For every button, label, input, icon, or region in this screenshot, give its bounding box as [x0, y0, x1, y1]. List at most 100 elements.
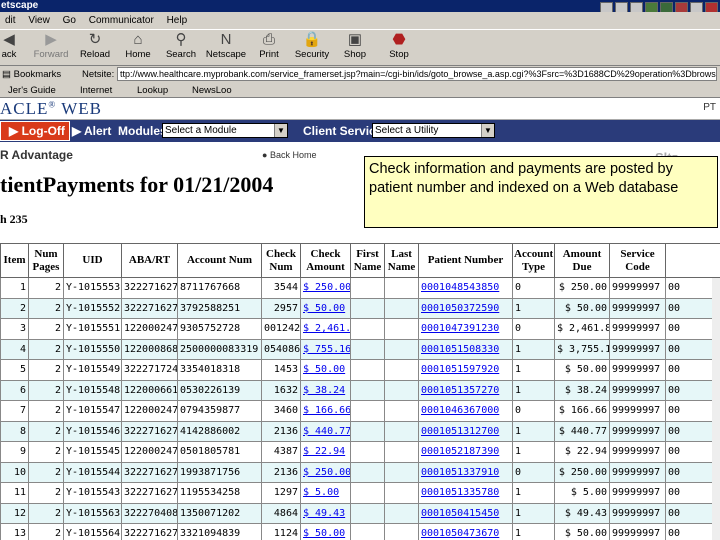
patient-number-link[interactable]: 0001046367000 — [421, 405, 499, 416]
menu-edit[interactable]: dit — [0, 15, 21, 26]
table-cell: $ 3,755.16 — [554, 338, 610, 360]
menu-view[interactable]: View — [23, 15, 55, 26]
check-amount-link[interactable]: $ 50.00 — [303, 528, 345, 539]
table-cell[interactable]: $ 50.00 — [300, 523, 351, 540]
table-cell[interactable]: 0001051597920 — [418, 359, 513, 381]
forward-button[interactable]: ▶ Forward — [28, 31, 74, 65]
url-input[interactable]: ttp://www.healthcare.myprobank.com/servi… — [117, 67, 717, 81]
menu-communicator[interactable]: Communicator — [84, 15, 159, 26]
patient-number-link[interactable]: 0001051337910 — [421, 467, 499, 478]
bookmarks-button[interactable]: Bookmarks — [14, 69, 62, 80]
table-cell[interactable]: $ 440.77 — [300, 420, 351, 442]
link-newsloo[interactable]: NewsLoo — [192, 83, 232, 97]
patient-number-link[interactable]: 0001050415450 — [421, 508, 499, 519]
table-cell[interactable]: 0001051337910 — [418, 461, 513, 483]
logoff-button[interactable]: ▶ Log-Off — [0, 121, 70, 141]
table-cell[interactable]: $ 38.24 — [300, 379, 351, 401]
check-amount-link[interactable]: $ 166.66 — [303, 405, 350, 416]
table-cell[interactable]: $ 755.16 — [300, 338, 351, 360]
table-cell[interactable]: 0001048543850 — [418, 277, 513, 299]
patient-number-link[interactable]: 0001050372590 — [421, 303, 499, 314]
table-cell[interactable]: 0001046367000 — [418, 400, 513, 422]
check-amount-link[interactable]: $ 755.16 — [303, 344, 350, 355]
check-amount-link[interactable]: $ 49.43 — [303, 508, 345, 519]
table-cell[interactable]: $ 50.00 — [300, 359, 351, 381]
table-cell[interactable]: $ 166.66 — [300, 400, 351, 422]
table-cell: $ 49.43 — [554, 502, 610, 524]
reload-button[interactable]: ↻ Reload — [72, 31, 118, 65]
patient-number-link[interactable]: 0001051597920 — [421, 364, 499, 375]
table-cell: 322271627 — [121, 461, 178, 483]
column-header: Service Code — [609, 243, 666, 278]
table-cell — [350, 379, 385, 401]
patient-number-link[interactable]: 0001050473670 — [421, 528, 499, 539]
security-button[interactable]: 🔒 Security — [289, 31, 335, 65]
vertical-scrollbar[interactable] — [712, 278, 720, 540]
check-amount-link[interactable]: $ 22.94 — [303, 446, 345, 457]
check-amount-link[interactable]: $ 38.24 — [303, 385, 345, 396]
table-cell[interactable]: $ 49.43 — [300, 502, 351, 524]
patient-number-link[interactable]: 0001051312700 — [421, 426, 499, 437]
table-cell[interactable]: 0001051357270 — [418, 379, 513, 401]
table-cell: $ 22.94 — [554, 441, 610, 463]
check-amount-link[interactable]: $ 5.00 — [303, 487, 339, 498]
check-amount-link[interactable]: $ 50.00 — [303, 364, 345, 375]
netsite-label: Netsite: — [82, 69, 115, 80]
table-cell[interactable]: $ 50.00 — [300, 297, 351, 319]
table-cell[interactable]: 0001050415450 — [418, 502, 513, 524]
home-button[interactable]: ⌂ Home — [115, 31, 161, 65]
patient-number-link[interactable]: 0001051508330 — [421, 344, 499, 355]
table-row: 5 2 Y-1015549 322271724 3354018318 1453 $ 50.0… — [0, 359, 720, 381]
print-button[interactable]: ⎙ Print — [246, 31, 292, 65]
search-button[interactable]: ⚲ Search — [158, 31, 204, 65]
table-cell[interactable]: $ 250.00 — [300, 461, 351, 483]
check-amount-link[interactable]: $ 2,461.84 — [303, 323, 350, 334]
patient-number-link[interactable]: 0001051357270 — [421, 385, 499, 396]
menu-go[interactable]: Go — [58, 15, 81, 26]
check-amount-link[interactable]: $ 50.00 — [303, 303, 345, 314]
table-cell[interactable]: $ 2,461.84 — [300, 318, 351, 340]
patient-number-link[interactable]: 0001052187390 — [421, 446, 499, 457]
table-cell: 122000247 — [121, 400, 178, 422]
link-internet[interactable]: Internet — [80, 83, 112, 97]
table-cell — [350, 482, 385, 504]
table-cell[interactable]: 0001051312700 — [418, 420, 513, 442]
table-cell: Y-1015547 — [63, 400, 122, 422]
table-cell: 0 — [512, 461, 555, 483]
table-cell[interactable]: 0001051508330 — [418, 338, 513, 360]
patient-number-link[interactable]: 0001047391230 — [421, 323, 499, 334]
stop-button[interactable]: ⬣ Stop — [376, 31, 422, 65]
table-cell[interactable]: 0001051335780 — [418, 482, 513, 504]
table-cell[interactable]: 0001047391230 — [418, 318, 513, 340]
patient-number-link[interactable]: 0001051335780 — [421, 487, 499, 498]
netscape-button[interactable]: N Netscape — [203, 31, 249, 65]
client-service-select[interactable]: Select a Utility ▼ — [372, 123, 495, 138]
table-cell: 2500000083319 — [177, 338, 262, 360]
chevron-down-icon: ▼ — [274, 124, 287, 137]
check-amount-link[interactable]: $ 440.77 — [303, 426, 350, 437]
table-cell: $ 5.00 — [554, 482, 610, 504]
check-amount-link[interactable]: $ 250.00 — [303, 467, 350, 478]
patient-number-link[interactable]: 0001048543850 — [421, 282, 499, 293]
table-cell: 9 — [0, 441, 29, 463]
column-header: First Name — [350, 243, 385, 278]
back-home-link[interactable]: ● Back Home — [262, 150, 316, 160]
navigation-toolbar: ◀ ack ▶ Forward ↻ Reload ⌂ Home ⚲ Search N Net… — [0, 29, 720, 66]
table-cell — [384, 297, 419, 319]
table-cell[interactable]: $ 5.00 — [300, 482, 351, 504]
modules-select[interactable]: Select a Module ▼ — [162, 123, 288, 138]
menu-help[interactable]: Help — [162, 15, 193, 26]
table-cell: 99999997 — [609, 318, 666, 340]
shop-button[interactable]: ▣ Shop — [332, 31, 378, 65]
table-cell[interactable]: 0001050372590 — [418, 297, 513, 319]
alert-link[interactable]: Alert — [84, 120, 111, 142]
link-lookup[interactable]: Lookup — [137, 83, 168, 97]
table-cell[interactable]: $ 250.00 — [300, 277, 351, 299]
table-cell[interactable]: $ 22.94 — [300, 441, 351, 463]
check-amount-link[interactable]: $ 250.00 — [303, 282, 350, 293]
table-cell[interactable]: 0001052187390 — [418, 441, 513, 463]
column-header — [665, 243, 720, 278]
link-guide[interactable]: Jer's Guide — [8, 83, 56, 97]
table-cell[interactable]: 0001050473670 — [418, 523, 513, 540]
table-row: 9 2 Y-1015545 122000247 0501805781 4387 $ 22.9… — [0, 441, 720, 463]
